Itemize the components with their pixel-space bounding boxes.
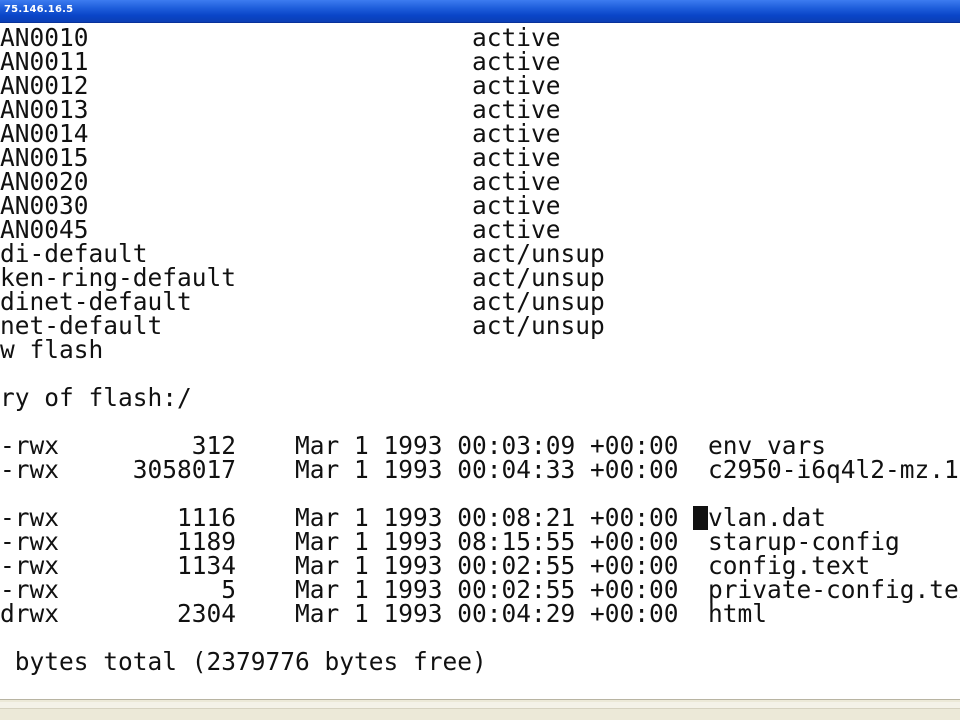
bottom-frame-highlight — [0, 702, 960, 709]
terminal-line-show-flash-command: w flash — [0, 335, 104, 364]
terminal-line-dir-html: drwx 2304 Mar 1 1993 00:04:29 +00:00 htm… — [0, 599, 768, 628]
terminal-line-directory-header: ry of flash:/ — [0, 383, 192, 412]
terminal-line-bytes-summary: bytes total (2379776 bytes free) — [0, 647, 487, 676]
window-bottom-frame — [0, 699, 960, 720]
title-bar[interactable]: 75.146.16.5 — [0, 0, 960, 23]
terminal-line-file-ios-image: -rwx 3058017 Mar 1 1993 00:04:33 +00:00 … — [0, 455, 960, 484]
window-title: 75.146.16.5 — [4, 4, 74, 15]
terminal-output[interactable]: AN0010 active AN0011 active AN0012 activ… — [0, 23, 960, 699]
terminal-window: 75.146.16.5 AN0010 active AN0011 active … — [0, 0, 960, 720]
